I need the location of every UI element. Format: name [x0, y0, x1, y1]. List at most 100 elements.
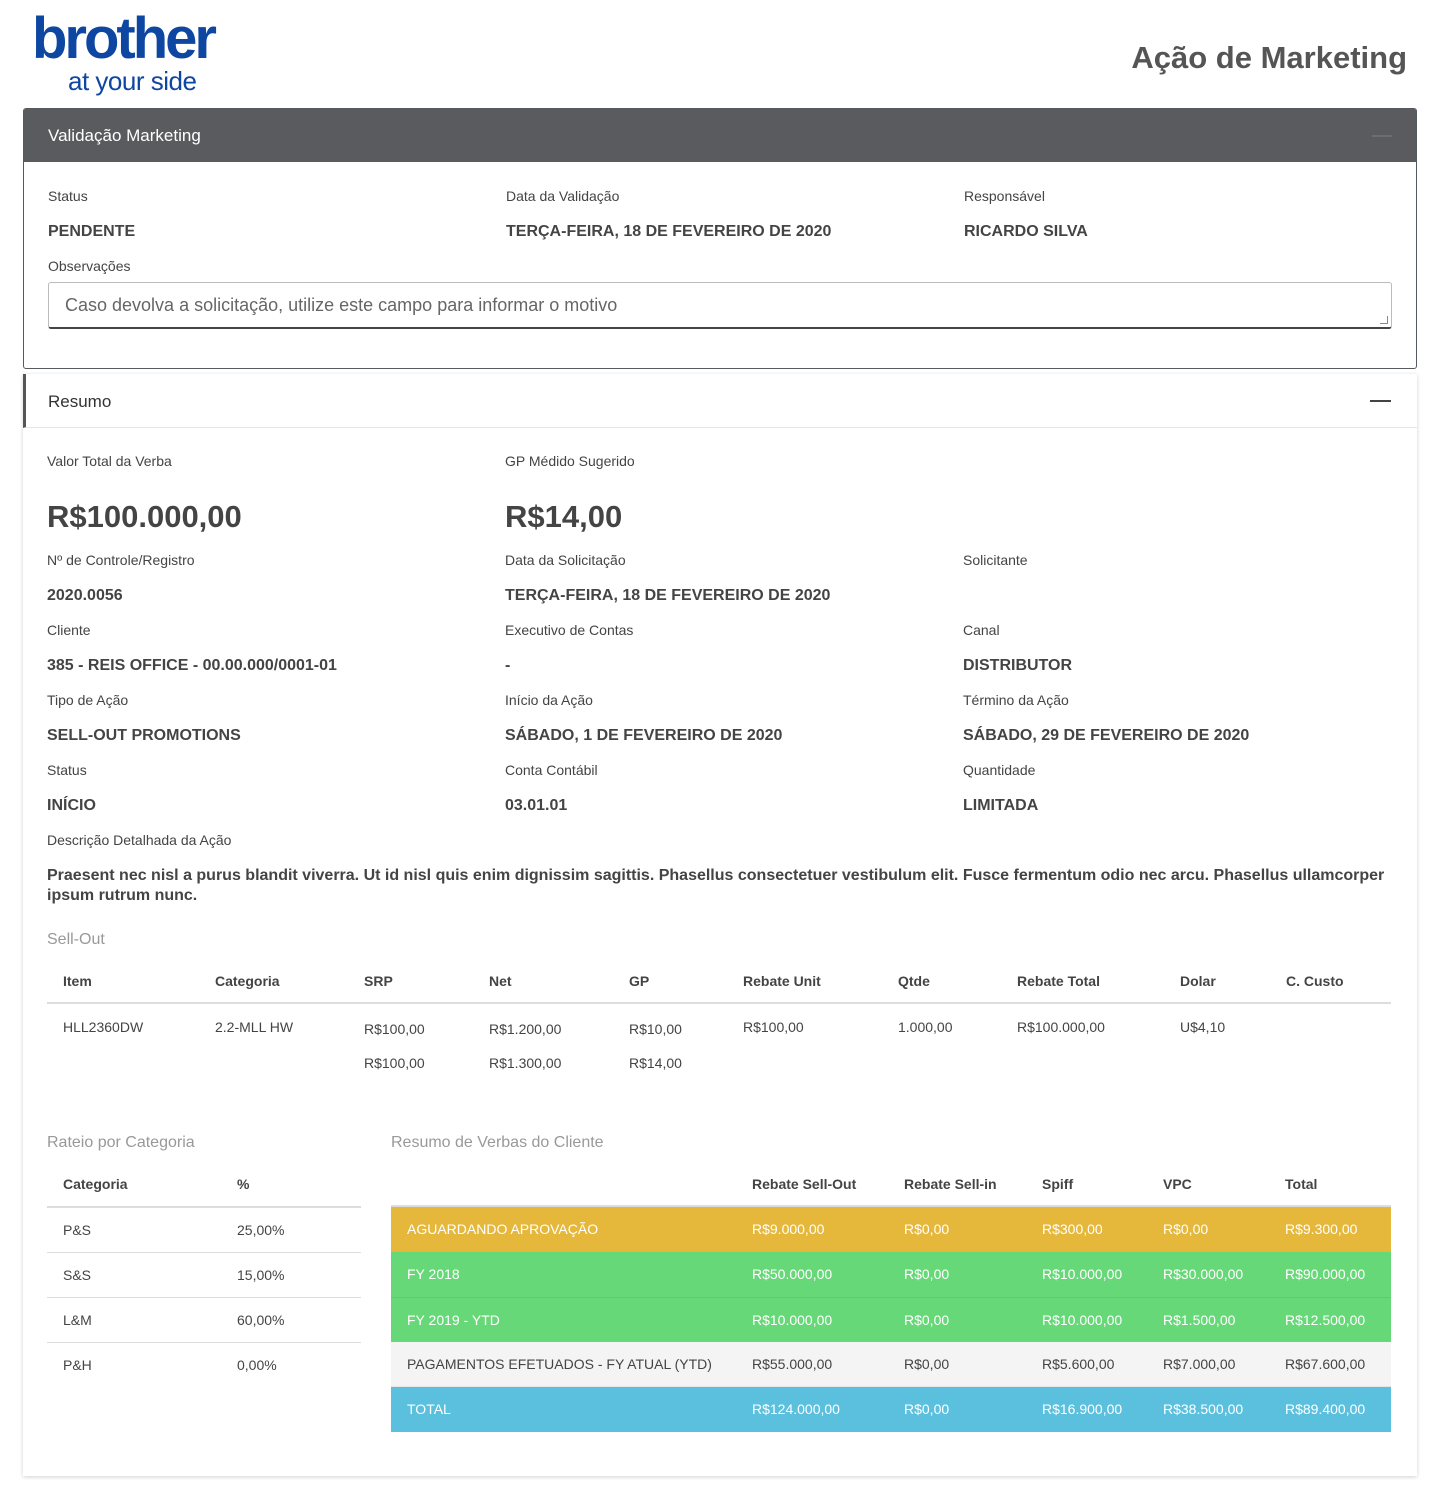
verbas-cell-label: PAGAMENTOS EFETUADOS - FY ATUAL (YTD)	[407, 1356, 712, 1372]
account-exec-label: Executivo de Contas	[505, 622, 634, 638]
quantity-value: LIMITADA	[963, 797, 1039, 814]
validation-panel-header[interactable]: Validação Marketing	[24, 109, 1416, 162]
requester-label: Solicitante	[963, 552, 1028, 568]
cell-rebate-unit: R$100,00	[743, 1019, 804, 1035]
account-code-label: Conta Contábil	[505, 762, 598, 778]
action-type-label: Tipo de Ação	[47, 692, 129, 708]
validation-date-label: Data da Validação	[506, 188, 620, 204]
verbas-cell-sellin: R$0,00	[904, 1312, 950, 1328]
col-header-categoria: Categoria	[63, 1176, 128, 1192]
status-value: PENDENTE	[48, 223, 136, 240]
responsible-value: RICARDO SILVA	[964, 223, 1088, 240]
col-header-srp: SRP	[364, 973, 393, 989]
cell-net-1: R$1.200,00	[489, 1021, 562, 1037]
col-header-gp: GP	[629, 973, 650, 989]
cell-categoria: 2.2-MLL HW	[215, 1019, 294, 1035]
client-value: 385 - REIS OFFICE - 00.00.000/0001-01	[47, 657, 337, 674]
verbas-cell-spiff: R$16.900,00	[1042, 1401, 1123, 1417]
verbas-cell-spiff: R$10.000,00	[1042, 1312, 1123, 1328]
row-divider	[47, 1342, 361, 1343]
channel-value: DISTRIBUTOR	[963, 657, 1073, 674]
verbas-cell-spiff: R$300,00	[1042, 1221, 1103, 1237]
verbas-cell-sellout: R$50.000,00	[752, 1266, 833, 1282]
verbas-cell-spiff: R$10.000,00	[1042, 1266, 1123, 1282]
verbas-cell-total: R$89.400,00	[1285, 1401, 1366, 1417]
rateio-cell-pct: 0,00%	[237, 1357, 277, 1373]
request-date-label: Data da Solicitação	[505, 552, 626, 568]
cell-srp-1: R$100,00	[364, 1021, 425, 1037]
page-header: brother at your side Ação de Marketing	[0, 0, 1440, 108]
verbas-cell-total: R$12.500,00	[1285, 1312, 1366, 1328]
cell-qtde: 1.000,00	[898, 1019, 953, 1035]
client-label: Cliente	[47, 622, 91, 638]
verbas-cell-vpc: R$7.000,00	[1163, 1356, 1236, 1372]
rateio-cell-pct: 15,00%	[237, 1267, 285, 1283]
verbas-row-fy2018: FY 2018 R$50.000,00 R$0,00 R$10.000,00 R…	[391, 1252, 1391, 1297]
col-header-pct: %	[237, 1176, 250, 1192]
total-verba-value: R$100.000,00	[47, 499, 242, 534]
request-date-value: TERÇA-FEIRA, 18 DE FEVEREIRO DE 2020	[505, 587, 831, 604]
rateio-cell-pct: 60,00%	[237, 1312, 285, 1328]
verbas-row-pending: AGUARDANDO APROVAÇÃO R$9.000,00 R$0,00 R…	[391, 1207, 1391, 1252]
table-header-divider	[47, 1002, 1391, 1004]
verbas-cell-sellin: R$0,00	[904, 1356, 950, 1372]
verbas-cell-sellout: R$10.000,00	[752, 1312, 833, 1328]
collapse-icon[interactable]	[1372, 135, 1392, 137]
summary-panel-title: Resumo	[48, 392, 112, 411]
verbas-row-fy2019: FY 2019 - YTD R$10.000,00 R$0,00 R$10.00…	[391, 1297, 1391, 1342]
description-label: Descrição Detalhada da Ação	[47, 832, 232, 848]
table-header-divider	[47, 1206, 361, 1208]
col-header-vpc: VPC	[1163, 1176, 1192, 1192]
validation-panel-title: Validação Marketing	[48, 126, 201, 145]
page-title: Ação de Marketing	[1131, 40, 1407, 75]
verbas-cell-vpc: R$0,00	[1163, 1221, 1209, 1237]
notes-placeholder: Caso devolva a solicitação, utilize este…	[65, 295, 618, 315]
action-type-value: SELL-OUT PROMOTIONS	[47, 727, 241, 744]
notes-label: Observações	[48, 258, 131, 274]
action-start-label: Início da Ação	[505, 692, 593, 708]
verbas-cell-label: FY 2018	[407, 1266, 460, 1282]
summary-panel-header[interactable]: Resumo	[23, 374, 1417, 428]
collapse-icon[interactable]	[1370, 400, 1391, 402]
verbas-cell-vpc: R$30.000,00	[1163, 1266, 1244, 1282]
rateio-title: Rateio por Categoria	[47, 1134, 195, 1151]
rateio-cell-categoria: L&M	[63, 1312, 92, 1328]
row-divider	[47, 1297, 361, 1298]
summary-panel: Resumo Valor Total da Verba R$100.000,00…	[23, 374, 1417, 1476]
verbas-cell-total: R$9.300,00	[1285, 1221, 1358, 1237]
verbas-cell-label: TOTAL	[407, 1401, 451, 1417]
verbas-title: Resumo de Verbas do Cliente	[391, 1134, 604, 1151]
col-header-rebate-unit: Rebate Unit	[743, 973, 821, 989]
col-header-item: Item	[63, 973, 92, 989]
action-end-value: SÁBADO, 29 DE FEVEREIRO DE 2020	[963, 727, 1250, 744]
rateio-cell-categoria: P&S	[63, 1222, 92, 1238]
col-header-categoria: Categoria	[215, 973, 280, 989]
description-value: Praesent nec nisl a purus blandit viverr…	[47, 867, 1385, 904]
verbas-cell-total: R$67.600,00	[1285, 1356, 1366, 1372]
action-status-label: Status	[47, 762, 87, 778]
status-label: Status	[48, 188, 88, 204]
verbas-row-total: TOTAL R$124.000,00 R$0,00 R$16.900,00 R$…	[391, 1387, 1391, 1432]
action-start-value: SÁBADO, 1 DE FEVEREIRO DE 2020	[505, 727, 783, 744]
total-verba-label: Valor Total da Verba	[47, 453, 172, 469]
brand-logo: brother at your side	[32, 10, 246, 98]
col-header-rebate-sellin: Rebate Sell-in	[904, 1176, 997, 1192]
account-code-value: 03.01.01	[505, 797, 568, 814]
notes-textarea[interactable]: Caso devolva a solicitação, utilize este…	[48, 282, 1392, 329]
logo-wordmark: brother	[32, 6, 217, 71]
sellout-title: Sell-Out	[47, 931, 105, 948]
verbas-cell-vpc: R$38.500,00	[1163, 1401, 1244, 1417]
verbas-cell-label: AGUARDANDO APROVAÇÃO	[407, 1221, 599, 1237]
logo-tagline: at your side	[68, 66, 197, 96]
control-value: 2020.0056	[47, 587, 123, 604]
verbas-cell-total: R$90.000,00	[1285, 1266, 1366, 1282]
cell-item: HLL2360DW	[63, 1019, 144, 1035]
validation-panel: Validação Marketing Status PENDENTE Data…	[23, 108, 1417, 369]
row-divider	[47, 1252, 361, 1253]
verbas-cell-sellout: R$9.000,00	[752, 1221, 825, 1237]
cell-gp-1: R$10,00	[629, 1021, 682, 1037]
col-header-net: Net	[489, 973, 512, 989]
resize-handle-icon[interactable]	[1380, 316, 1388, 324]
col-header-qtde: Qtde	[898, 973, 930, 989]
validation-date-value: TERÇA-FEIRA, 18 DE FEVEREIRO DE 2020	[506, 223, 832, 240]
